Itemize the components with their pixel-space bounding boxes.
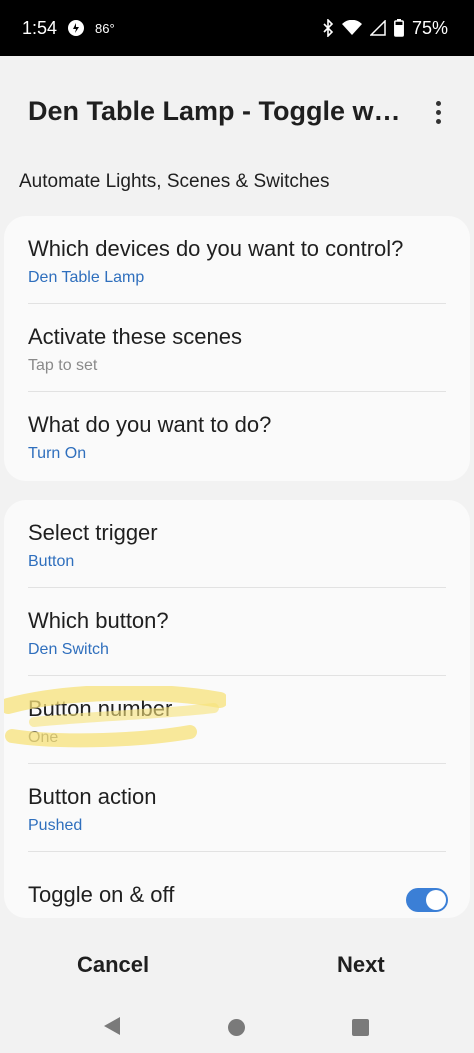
button-number-row[interactable]: Button number One: [4, 676, 470, 764]
section-subtitle: Automate Lights, Scenes & Switches: [19, 171, 330, 192]
row-value: Tap to set: [28, 357, 98, 374]
battery-percent: 75%: [411, 17, 448, 38]
battery-icon: [394, 19, 404, 37]
scenes-row[interactable]: Activate these scenes Tap to set: [4, 304, 470, 392]
row-label: Which devices do you want to control?: [28, 236, 404, 261]
notification-icon: [67, 19, 85, 37]
cancel-button[interactable]: Cancel: [77, 952, 149, 978]
row-label: Which button?: [28, 608, 169, 633]
row-value: Pushed: [28, 817, 83, 834]
signal-icon: [369, 20, 386, 36]
status-right: 75%: [322, 18, 448, 39]
toggle-switch[interactable]: [406, 888, 448, 912]
actions-card: Which devices do you want to control? De…: [4, 216, 470, 481]
wifi-icon: [341, 20, 362, 36]
row-label: Activate these scenes: [28, 324, 243, 349]
row-label: Button action: [28, 784, 157, 809]
action-row[interactable]: What do you want to do? Turn On: [4, 392, 470, 480]
bluetooth-icon: [322, 19, 334, 37]
row-label: Button number: [28, 696, 173, 721]
back-icon[interactable]: [103, 1016, 121, 1036]
toggle-label: Toggle on & off: [28, 882, 175, 907]
which-button-row[interactable]: Which button? Den Switch: [4, 588, 470, 676]
toggle-knob: [426, 890, 446, 910]
status-left: 1:54 86°: [22, 18, 115, 39]
temperature: 86°: [95, 20, 115, 36]
row-value: Den Table Lamp: [28, 269, 145, 286]
devices-row[interactable]: Which devices do you want to control? De…: [4, 216, 470, 304]
row-value: Den Switch: [28, 641, 109, 658]
toggle-row[interactable]: Toggle on & off: [4, 852, 470, 940]
clock: 1:54: [22, 17, 58, 38]
home-icon[interactable]: [228, 1019, 245, 1036]
button-action-row[interactable]: Button action Pushed: [4, 764, 470, 852]
recents-icon[interactable]: [352, 1019, 369, 1036]
row-value: Turn On: [28, 445, 87, 462]
next-button[interactable]: Next: [337, 952, 385, 978]
system-nav-bar: [0, 1004, 474, 1053]
app-bar: Den Table Lamp - Toggle w…: [0, 56, 474, 168]
page-title: Den Table Lamp - Toggle w…: [28, 96, 401, 126]
row-label: What do you want to do?: [28, 412, 272, 437]
bottom-actions: Cancel Next: [0, 928, 474, 1004]
status-bar: 1:54 86° 75%: [0, 0, 474, 56]
row-value: One: [28, 729, 59, 746]
row-value: Button: [28, 553, 75, 570]
trigger-card: Select trigger Button Which button? Den …: [4, 500, 470, 918]
select-trigger-row[interactable]: Select trigger Button: [4, 500, 470, 588]
row-label: Select trigger: [28, 520, 158, 545]
overflow-menu-icon[interactable]: [426, 100, 450, 124]
